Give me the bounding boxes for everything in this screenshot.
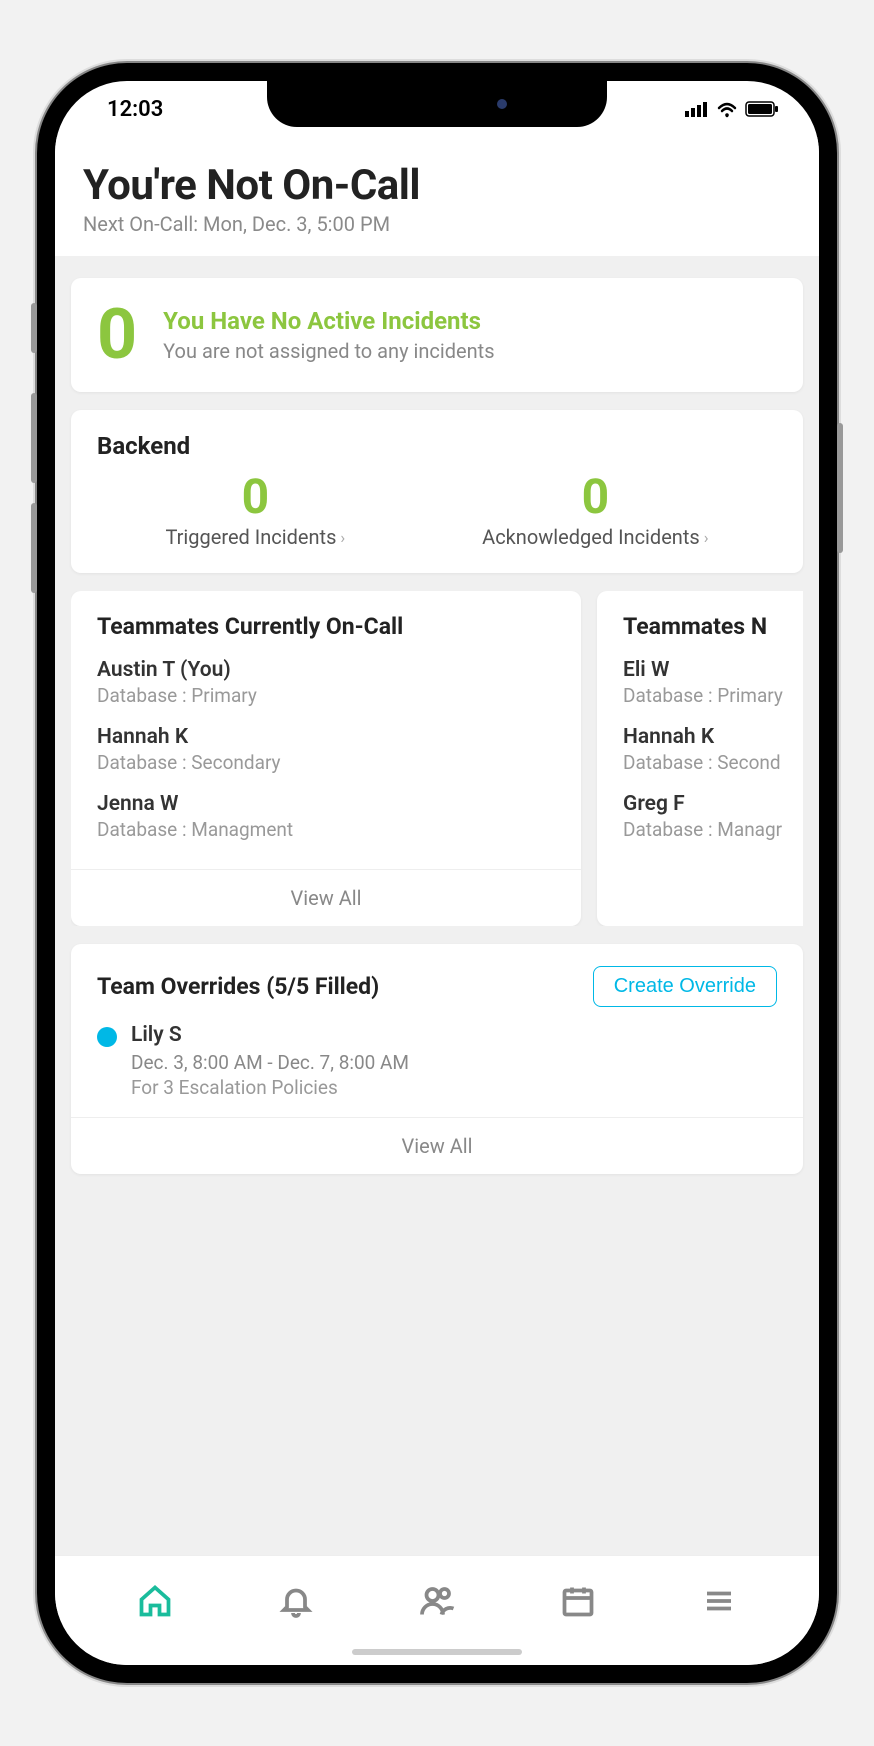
overrides-title: Team Overrides (5/5 Filled) <box>97 973 379 1000</box>
status-dot-icon <box>97 1027 117 1047</box>
tab-alerts[interactable] <box>274 1579 318 1623</box>
teammate-role: Database : Primary <box>97 684 555 707</box>
teammate-name: Greg F <box>623 792 803 816</box>
teammates-next-card: Teammates N Eli W Database : Primary Han… <box>597 591 803 926</box>
teammate-item[interactable]: Hannah K Database : Second <box>623 725 803 774</box>
page-title: You're Not On-Call <box>83 161 791 210</box>
teammate-role: Database : Managment <box>97 818 555 841</box>
tab-bar <box>55 1555 819 1665</box>
teammate-item[interactable]: Greg F Database : Managr <box>623 792 803 841</box>
teammate-name: Jenna W <box>97 792 555 816</box>
acknowledged-count: 0 <box>482 468 708 525</box>
acknowledged-incidents-stat[interactable]: 0 Acknowledged Incidents › <box>482 468 708 549</box>
team-overrides-card: Team Overrides (5/5 Filled) Create Overr… <box>71 944 803 1174</box>
backend-title: Backend <box>97 432 777 460</box>
teammate-role: Database : Secondary <box>97 751 555 774</box>
teammate-item[interactable]: Jenna W Database : Managment <box>97 792 555 841</box>
override-dates: Dec. 3, 8:00 AM - Dec. 7, 8:00 AM <box>131 1051 409 1074</box>
teammates-current-card: Teammates Currently On-Call Austin T (Yo… <box>71 591 581 926</box>
teammate-name: Hannah K <box>97 725 555 749</box>
tab-home[interactable] <box>133 1579 177 1623</box>
home-indicator <box>352 1649 522 1655</box>
triggered-count: 0 <box>165 468 345 525</box>
page-header: You're Not On-Call Next On-Call: Mon, De… <box>55 137 819 256</box>
teammate-name: Austin T (You) <box>97 658 555 682</box>
override-item[interactable]: Lily S Dec. 3, 8:00 AM - Dec. 7, 8:00 AM… <box>97 1023 777 1099</box>
acknowledged-label: Acknowledged Incidents <box>482 525 700 549</box>
teammate-item[interactable]: Austin T (You) Database : Primary <box>97 658 555 707</box>
override-name: Lily S <box>131 1023 409 1047</box>
override-for: For 3 Escalation Policies <box>131 1076 409 1099</box>
incident-subtitle: You are not assigned to any incidents <box>163 339 494 363</box>
teammate-item[interactable]: Eli W Database : Primary <box>623 658 803 707</box>
teammate-name: Hannah K <box>623 725 803 749</box>
chevron-right-icon: › <box>704 528 709 547</box>
teammates-current-title: Teammates Currently On-Call <box>97 613 555 640</box>
create-override-button[interactable]: Create Override <box>593 966 777 1007</box>
incident-title: You Have No Active Incidents <box>163 307 494 335</box>
teammate-item[interactable]: Hannah K Database : Secondary <box>97 725 555 774</box>
triggered-incidents-stat[interactable]: 0 Triggered Incidents › <box>165 468 345 549</box>
backend-card: Backend 0 Triggered Incidents › 0 Acknow… <box>71 410 803 573</box>
incident-count: 0 <box>97 300 137 370</box>
tab-menu[interactable] <box>697 1579 741 1623</box>
battery-icon <box>745 101 779 117</box>
teammate-role: Database : Primary <box>623 684 803 707</box>
chevron-right-icon: › <box>340 528 345 547</box>
wifi-icon <box>715 100 739 118</box>
view-all-button[interactable]: View All <box>71 869 581 926</box>
teammates-next-title: Teammates N <box>623 613 803 640</box>
teammate-name: Eli W <box>623 658 803 682</box>
signal-icon <box>685 101 709 117</box>
page-subtitle: Next On-Call: Mon, Dec. 3, 5:00 PM <box>83 212 791 236</box>
tab-calendar[interactable] <box>556 1579 600 1623</box>
teammate-role: Database : Managr <box>623 818 803 841</box>
tab-people[interactable] <box>415 1579 459 1623</box>
status-time: 12:03 <box>95 97 163 122</box>
triggered-label: Triggered Incidents <box>165 525 336 549</box>
incident-summary-card[interactable]: 0 You Have No Active Incidents You are n… <box>71 278 803 392</box>
view-all-button[interactable]: View All <box>71 1117 803 1174</box>
teammate-role: Database : Second <box>623 751 803 774</box>
